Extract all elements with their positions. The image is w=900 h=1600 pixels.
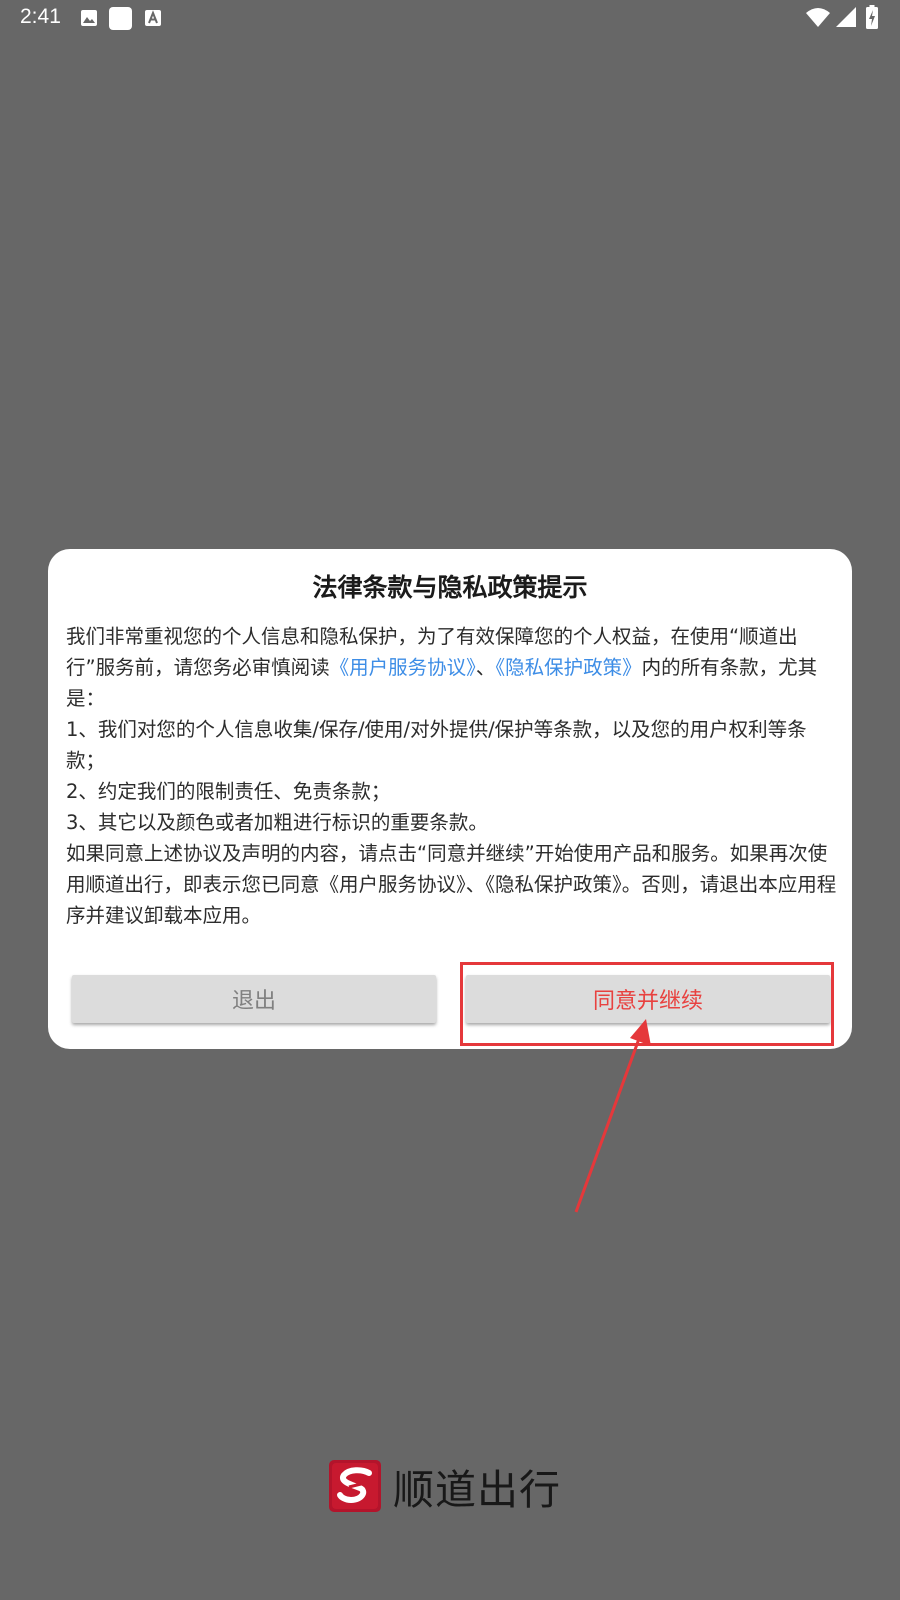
terms-item-2: 2、约定我们的限制责任、免责条款；	[66, 780, 391, 803]
agree-continue-button[interactable]: 同意并继续	[466, 975, 830, 1023]
intro-paragraph: 我们非常重视您的个人信息和隐私保护，为了有效保障您的个人权益，在使用“顺道出行”…	[66, 621, 838, 714]
exit-button[interactable]: 退出	[72, 975, 436, 1023]
sd-logo-icon	[329, 1460, 381, 1512]
terms-item-1: 1、我们对您的个人信息收集/保存/使用/对外提供/保护等条款，以及您的用户权利等…	[66, 718, 807, 772]
terms-item-3: 3、其它以及颜色或者加粗进行标识的重要条款。	[66, 811, 488, 834]
wifi-icon	[806, 8, 830, 27]
brand: 顺道出行	[329, 1460, 561, 1514]
battery-charging-icon	[866, 5, 878, 29]
status-bar: 2:41	[0, 0, 900, 36]
user-agreement-link[interactable]: 《用户服务协议》	[330, 656, 476, 679]
dialog-title: 法律条款与隐私政策提示	[312, 573, 588, 602]
image-icon	[81, 10, 97, 26]
link-separator: 、	[475, 656, 496, 679]
signal-icon	[836, 7, 856, 27]
closing-paragraph: 如果同意上述协议及声明的内容，请点击“同意并继续”开始使用产品和服务。如果再次使…	[66, 842, 837, 927]
brand-name: 顺道出行	[393, 1466, 561, 1514]
privacy-policy-link[interactable]: 《隐私保护政策》	[495, 656, 641, 679]
font-icon	[145, 10, 161, 26]
dialog-body: 我们非常重视您的个人信息和隐私保护，为了有效保障您的个人权益，在使用“顺道出行”…	[66, 621, 838, 931]
privacy-dialog: 法律条款与隐私政策提示 我们非常重视您的个人信息和隐私保护，为了有效保障您的个人…	[48, 549, 852, 1049]
status-time: 2:41	[20, 5, 61, 28]
app-icon	[109, 7, 132, 30]
